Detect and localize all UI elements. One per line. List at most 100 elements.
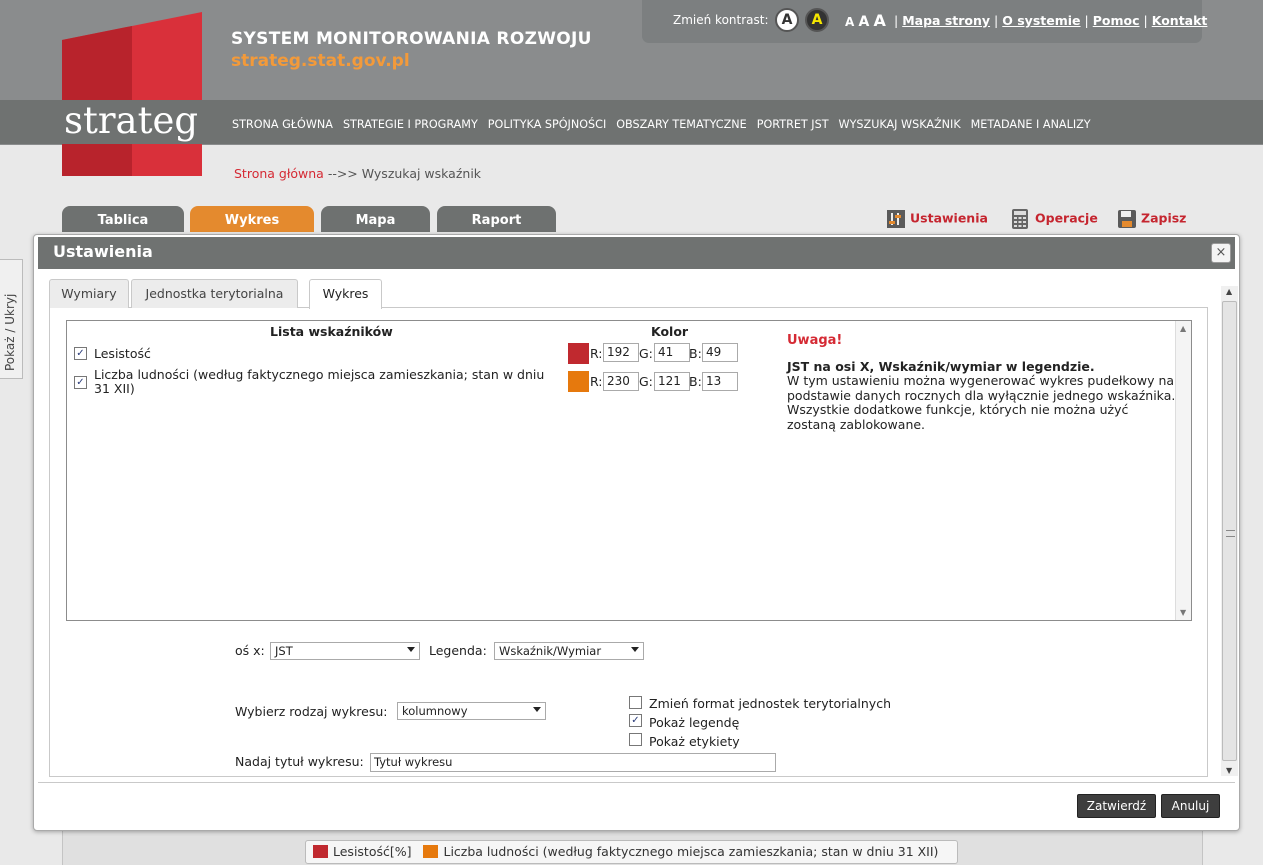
- dialog-scrollbar[interactable]: ▲ ▼: [1221, 286, 1238, 776]
- contrast-high-button[interactable]: A: [805, 8, 829, 32]
- scroll-up-icon[interactable]: ▲: [1180, 324, 1186, 333]
- indicator-list-scrollbar[interactable]: ▲ ▼: [1175, 321, 1191, 620]
- color-r-input[interactable]: 192: [603, 343, 639, 362]
- subtab-chart[interactable]: Wykres: [309, 279, 382, 309]
- operations-label: Operacje: [1035, 210, 1098, 226]
- floppy-disk-icon: [1117, 209, 1137, 229]
- option-label: Pokaż etykiety: [649, 734, 740, 749]
- color-g-input[interactable]: 41: [654, 343, 690, 362]
- nav-cohesion-policy[interactable]: POLITYKA SPÓJNOŚCI: [488, 118, 606, 131]
- scroll-up-icon[interactable]: ▲: [1226, 287, 1232, 296]
- note-title: Uwaga!: [787, 333, 843, 348]
- save-button[interactable]: Zapisz: [1117, 209, 1186, 229]
- contrast-normal-button[interactable]: A: [775, 8, 799, 32]
- legend-item-forestation[interactable]: Lesistość[%]: [313, 844, 412, 859]
- color-b-input[interactable]: 49: [702, 343, 738, 362]
- color-header: Kolor: [651, 324, 689, 339]
- option-checkbox[interactable]: [629, 696, 642, 709]
- tab-tablica[interactable]: Tablica: [62, 206, 184, 232]
- font-size-large[interactable]: A: [874, 11, 886, 30]
- link-help[interactable]: Pomoc: [1093, 13, 1140, 28]
- chart-title-input[interactable]: Tytuł wykresu: [370, 753, 776, 772]
- site-url[interactable]: strateg.stat.gov.pl: [231, 51, 410, 71]
- note-heading: JST na osi X, Wskaźnik/wymiar w legendzi…: [787, 359, 1095, 374]
- rgb-b-label: B:: [689, 346, 702, 361]
- chevron-down-icon: [407, 647, 415, 652]
- link-site-map[interactable]: Mapa strony: [902, 13, 990, 28]
- cancel-button[interactable]: Anuluj: [1161, 794, 1220, 818]
- scroll-down-icon[interactable]: ▼: [1180, 608, 1186, 617]
- close-icon[interactable]: ×: [1211, 243, 1231, 263]
- scrollbar-grip: [1226, 530, 1235, 537]
- legend-item-population[interactable]: Liczba ludności (według faktycznego miej…: [423, 844, 938, 859]
- nav-thematic-areas[interactable]: OBSZARY TEMATYCZNE: [616, 118, 746, 131]
- tab-raport[interactable]: Raport: [437, 206, 556, 232]
- option-checkbox[interactable]: [629, 733, 642, 746]
- x-axis-select[interactable]: JST: [270, 642, 420, 660]
- tab-wykres[interactable]: Wykres: [190, 206, 314, 232]
- breadcrumb-home[interactable]: Strona główna: [234, 166, 324, 181]
- nav-metadata[interactable]: METADANE I ANALIZY: [971, 118, 1091, 131]
- indicator-checkbox[interactable]: ✓: [74, 376, 87, 389]
- settings-button[interactable]: Ustawienia: [886, 209, 988, 229]
- link-about[interactable]: O systemie: [1002, 13, 1080, 28]
- indicator-label: Lesistość: [94, 346, 151, 361]
- chart-type-value: kolumnowy: [402, 704, 468, 718]
- note-text: W tym ustawieniu można wygenerować wykre…: [787, 373, 1176, 432]
- chevron-down-icon: [533, 707, 541, 712]
- font-size-buttons[interactable]: A A A: [845, 11, 886, 30]
- rgb-b-label: B:: [689, 374, 702, 389]
- top-links: | Mapa strony | O systemie | Pomoc | Kontakt: [894, 13, 1208, 28]
- x-axis-label: oś x:: [235, 643, 265, 658]
- legend-label: Legenda:: [429, 643, 487, 658]
- chevron-down-icon: [631, 647, 639, 652]
- option-label: Pokaż legendę: [649, 715, 740, 730]
- chart-type-select[interactable]: kolumnowy: [397, 702, 546, 720]
- font-size-medium[interactable]: A: [858, 14, 869, 30]
- font-size-small[interactable]: A: [845, 15, 854, 29]
- option-label: Zmień format jednostek terytorialnych: [649, 696, 891, 711]
- scrollbar-thumb[interactable]: [1222, 301, 1237, 761]
- indicator-checkbox[interactable]: ✓: [74, 347, 87, 360]
- legend-swatch: [313, 845, 328, 858]
- chart-legend: Lesistość[%] Liczba ludności (według fak…: [305, 840, 958, 864]
- link-contact[interactable]: Kontakt: [1152, 13, 1208, 28]
- contrast-label: Zmień kontrast:: [673, 13, 769, 27]
- strateg-logo[interactable]: strateg: [62, 12, 202, 176]
- rgb-r-label: R:: [590, 346, 603, 361]
- nav-strategies[interactable]: STRATEGIE I PROGRAMY: [343, 118, 478, 131]
- operations-button[interactable]: Operacje: [1011, 209, 1098, 229]
- nav-find-indicator[interactable]: WYSZUKAJ WSKAŹNIK: [839, 118, 961, 131]
- indicator-list-header: Lista wskaźników: [270, 324, 393, 339]
- color-r-input[interactable]: 230: [603, 372, 639, 391]
- breadcrumb: Strona główna -->> Wyszukaj wskaźnik: [234, 166, 481, 181]
- chart-title-label: Nadaj tytuł wykresu:: [235, 754, 364, 769]
- show-hide-toggle[interactable]: Pokaż / Ukryj: [0, 259, 23, 379]
- color-b-input[interactable]: 13: [702, 372, 738, 391]
- main-nav: STRONA GŁÓWNA STRATEGIE I PROGRAMY POLITYK…: [232, 117, 1101, 131]
- x-axis-value: JST: [275, 644, 293, 658]
- subtab-dimensions[interactable]: Wymiary: [49, 279, 129, 308]
- color-swatch[interactable]: [568, 343, 589, 364]
- dialog-header: [38, 237, 1235, 269]
- nav-home[interactable]: STRONA GŁÓWNA: [232, 118, 333, 131]
- subtab-territorial-unit[interactable]: Jednostka terytorialna: [131, 279, 298, 308]
- color-swatch[interactable]: [568, 371, 589, 392]
- dialog-footer-divider: [38, 782, 1235, 783]
- dialog-title: Ustawienia: [53, 242, 153, 261]
- confirm-button[interactable]: Zatwierdź: [1077, 794, 1156, 818]
- legend-value: Wskaźnik/Wymiar: [499, 644, 602, 658]
- rgb-g-label: G:: [639, 346, 653, 361]
- svg-text:strateg: strateg: [64, 99, 198, 142]
- tab-mapa[interactable]: Mapa: [321, 206, 430, 232]
- option-checkbox[interactable]: ✓: [629, 714, 642, 727]
- indicator-label: Liczba ludności (według faktycznego miej…: [94, 367, 545, 396]
- legend-select[interactable]: Wskaźnik/Wymiar: [494, 642, 644, 660]
- legend-swatch: [423, 845, 439, 858]
- settings-label: Ustawienia: [910, 210, 988, 226]
- color-g-input[interactable]: 121: [654, 372, 690, 391]
- chart-type-label: Wybierz rodzaj wykresu:: [235, 704, 388, 719]
- nav-portrait-jst[interactable]: PORTRET JST: [757, 118, 829, 131]
- scroll-down-icon[interactable]: ▼: [1226, 766, 1232, 775]
- calculator-icon: [1011, 209, 1031, 229]
